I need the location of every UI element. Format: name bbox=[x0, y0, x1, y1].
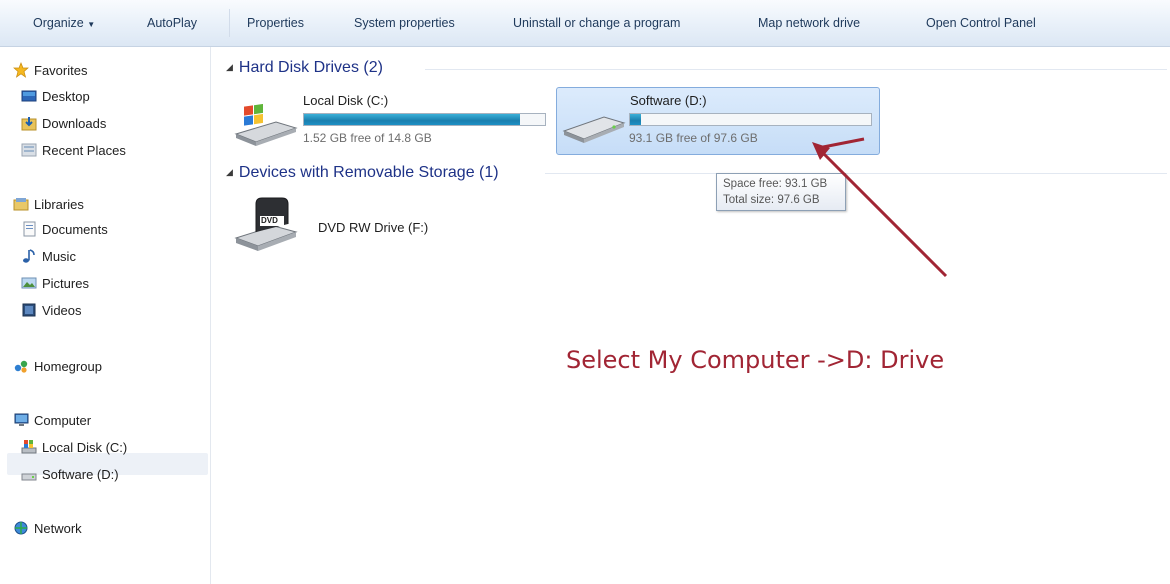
nav-pictures-label: Pictures bbox=[42, 276, 89, 291]
libraries-icon bbox=[13, 198, 29, 211]
nav-downloads-label: Downloads bbox=[42, 116, 107, 131]
recent-places-icon bbox=[21, 143, 37, 157]
system-drive-icon bbox=[234, 104, 298, 146]
collapse-triangle-icon: ◢ bbox=[226, 62, 233, 72]
nav-software-d-label: Software (D:) bbox=[42, 467, 119, 482]
autoplay-button[interactable]: AutoPlay bbox=[147, 16, 197, 30]
device-tile-dvd-rw-f[interactable]: DVD DVD RW Drive (F:) bbox=[232, 192, 492, 256]
nav-homegroup-label: Homegroup bbox=[34, 359, 102, 374]
group-title-removable: Devices with Removable Storage (1) bbox=[238, 164, 499, 181]
group-header-hard-disks[interactable]: ◢ Hard Disk Drives (2) bbox=[226, 59, 383, 77]
annotation-arrow bbox=[812, 137, 948, 278]
drive-name: Software (D:) bbox=[630, 93, 707, 108]
group-title-hard-disks: Hard Disk Drives (2) bbox=[238, 59, 383, 76]
system-drive-icon bbox=[21, 440, 37, 454]
star-icon bbox=[13, 62, 29, 78]
documents-icon bbox=[23, 221, 36, 237]
collapse-triangle-icon: ◢ bbox=[226, 167, 233, 177]
nav-music-label: Music bbox=[42, 249, 76, 264]
drive-icon bbox=[21, 473, 37, 481]
pictures-icon bbox=[21, 277, 37, 289]
videos-icon bbox=[22, 303, 36, 317]
music-note-icon bbox=[23, 249, 35, 263]
drive-free-space: 1.52 GB free of 14.8 GB bbox=[303, 131, 432, 145]
drive-usage-bar bbox=[629, 113, 872, 126]
nav-documents-label: Documents bbox=[42, 222, 108, 237]
homegroup-icon bbox=[14, 360, 28, 373]
drive-name: Local Disk (C:) bbox=[303, 93, 389, 108]
organize-label: Organize bbox=[33, 16, 84, 30]
device-name: DVD RW Drive (F:) bbox=[318, 220, 429, 235]
drive-usage-fill bbox=[304, 114, 521, 125]
organize-button[interactable]: Organize ▼ bbox=[33, 16, 95, 30]
nav-network-label: Network bbox=[34, 521, 82, 536]
system-properties-button[interactable]: System properties bbox=[354, 16, 455, 30]
downloads-folder-icon bbox=[21, 117, 37, 131]
open-control-panel-button[interactable]: Open Control Panel bbox=[926, 16, 1036, 30]
nav-computer-label: Computer bbox=[34, 413, 92, 428]
nav-local-disk-c-label: Local Disk (C:) bbox=[42, 440, 128, 455]
group-header-removable[interactable]: ◢ Devices with Removable Storage (1) bbox=[226, 164, 499, 182]
map-network-drive-button[interactable]: Map network drive bbox=[758, 16, 860, 30]
chevron-down-icon: ▼ bbox=[87, 20, 96, 29]
nav-videos-label: Videos bbox=[42, 303, 82, 318]
nav-desktop-label: Desktop bbox=[42, 89, 90, 104]
desktop-icon bbox=[21, 90, 37, 102]
drive-usage-fill bbox=[630, 114, 642, 125]
toolbar-divider bbox=[229, 9, 230, 37]
command-toolbar: Organize ▼ AutoPlay Properties System pr… bbox=[0, 0, 1170, 47]
group-divider bbox=[425, 69, 1167, 70]
network-icon bbox=[14, 521, 28, 535]
properties-button[interactable]: Properties bbox=[247, 16, 304, 30]
uninstall-program-button[interactable]: Uninstall or change a program bbox=[513, 16, 680, 30]
dvd-logo-text: DVD bbox=[261, 216, 278, 225]
navigation-pane: Favorites Desktop Downloads Recent Place… bbox=[0, 47, 211, 584]
drive-tile-local-disk-c[interactable]: Local Disk (C:) 1.52 GB free of 14.8 GB bbox=[232, 88, 552, 150]
drive-free-space: 93.1 GB free of 97.6 GB bbox=[629, 131, 758, 145]
drive-usage-bar bbox=[303, 113, 546, 126]
nav-favorites-label: Favorites bbox=[34, 63, 88, 78]
nav-libraries-label: Libraries bbox=[34, 197, 84, 212]
drive-icon bbox=[562, 116, 626, 143]
dvd-drive-icon bbox=[234, 197, 298, 251]
computer-icon bbox=[14, 413, 29, 426]
nav-recent-places-label: Recent Places bbox=[42, 143, 126, 158]
instruction-annotation: Select My Computer ->D: Drive bbox=[566, 346, 945, 374]
